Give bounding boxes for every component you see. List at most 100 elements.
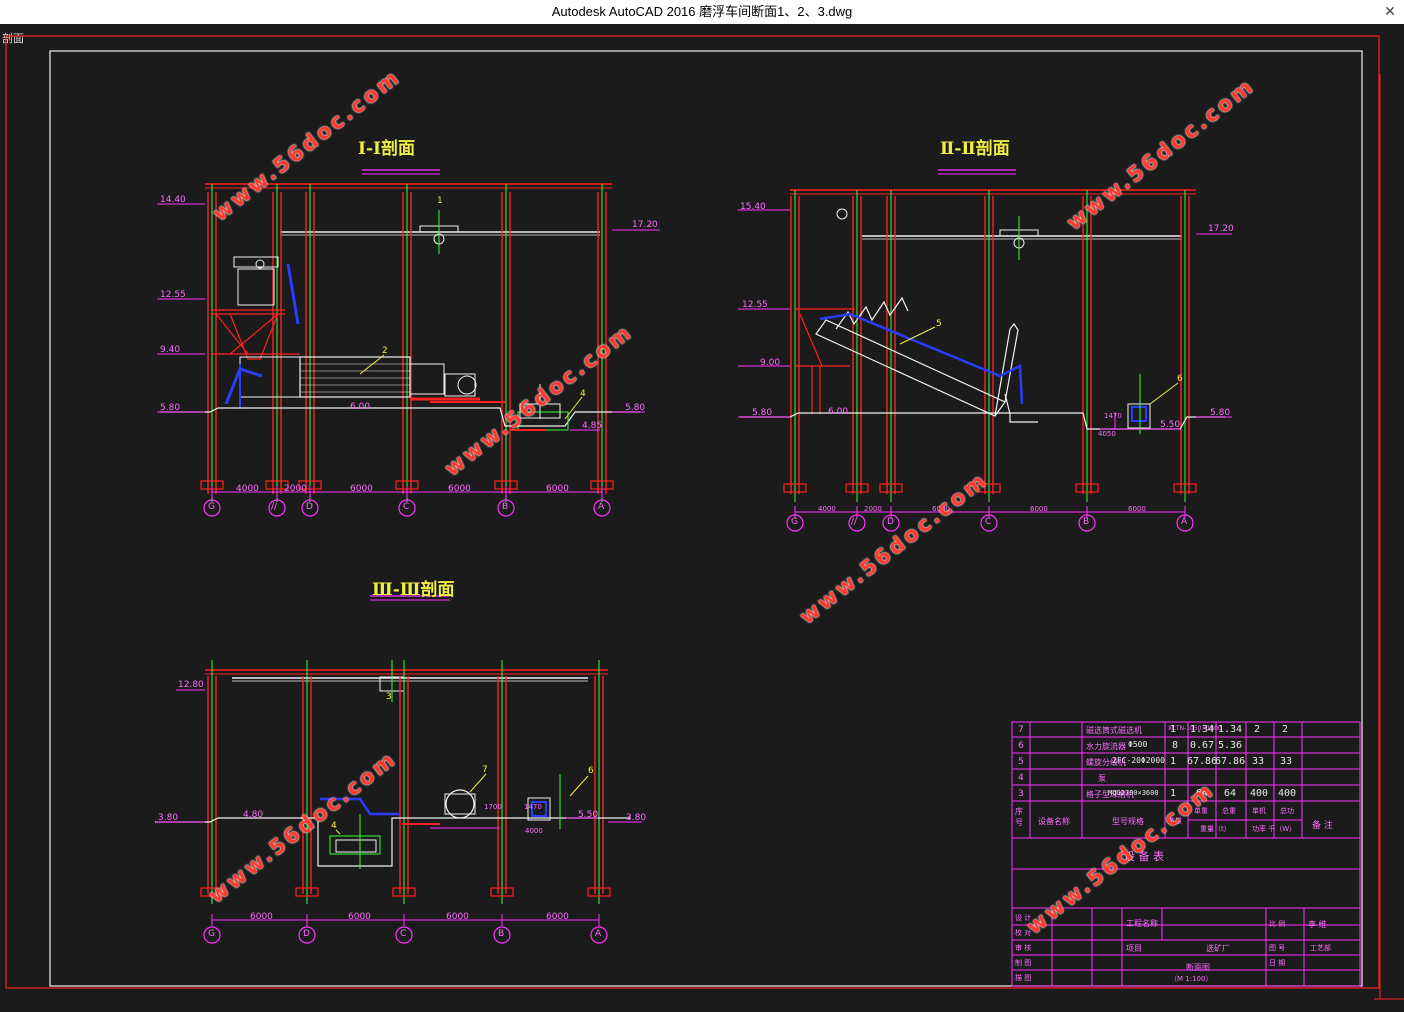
elev-label: 5.80 <box>625 403 646 413</box>
axis-bubble-label: B <box>1083 517 1090 527</box>
dim-label: 6000 <box>348 912 371 922</box>
row-spec: MQG2700×3600 <box>1108 789 1159 797</box>
axis-bubble-label: A <box>598 502 605 512</box>
row-spec: 2FC-20Φ2000 <box>1112 756 1165 765</box>
row-spec: Φ500 <box>1128 740 1148 749</box>
inner-dim: 6.00 <box>350 402 371 412</box>
project-label: 项目 <box>1126 944 1142 953</box>
window-title: Autodesk AutoCAD 2016 磨浮车间断面1、2、3.dwg <box>551 4 853 19</box>
dim-label: 4000 <box>236 484 259 494</box>
axis-bubble-label: // <box>271 502 278 512</box>
drawing-svg[interactable]: 剖面 <box>0 24 1404 1012</box>
row-power-single: 400 <box>1250 788 1269 799</box>
axis-bubble-label: G <box>208 502 215 512</box>
row-qty: 1 <box>1170 788 1177 799</box>
axis-bubble-label: G <box>208 929 215 939</box>
title-block-label: 描 图 <box>1015 974 1032 982</box>
row-name: 水力旋流器 <box>1086 742 1126 751</box>
header-weight-group: 重量（t） <box>1200 825 1231 833</box>
inner-dim: 4000 <box>525 827 543 835</box>
row-no: 6 <box>1018 741 1024 751</box>
header-power-group: 功率 千（W） <box>1252 825 1297 833</box>
corner-tag: 剖面 <box>2 31 24 45</box>
item-label: 3 <box>386 692 392 702</box>
classifier-shape <box>815 296 1038 423</box>
title-block-label: 制 图 <box>1015 959 1032 967</box>
title-block-r-label: 比 例 <box>1269 920 1286 928</box>
axis-bubble-label: A <box>1181 517 1188 527</box>
section-3-title: Ⅲ-Ⅲ剖面 <box>372 580 455 600</box>
elev-label: 14.40 <box>160 195 186 205</box>
axis-bubble-label: G <box>791 517 798 527</box>
axis-bubble-label: A <box>595 929 602 939</box>
elev-label: 17.20 <box>1208 224 1234 234</box>
header-weight-total: 总重 <box>1222 807 1236 815</box>
elev-label: 5.80 <box>160 403 181 413</box>
header-power-total: 总功 <box>1280 807 1294 815</box>
title-block-label: 审 核 <box>1015 944 1032 952</box>
item-label: 1 <box>437 196 443 206</box>
inner-dim: 4.80 <box>243 810 264 820</box>
elev-label: 5.80 <box>752 408 773 418</box>
inner-dim: 1470 <box>1104 412 1122 420</box>
elev-label: 9.00 <box>760 358 781 368</box>
elev-label: 12.55 <box>742 300 768 310</box>
title-block-r-value: 李 维 <box>1308 920 1327 929</box>
project-value: 选矿厂 <box>1206 944 1230 953</box>
dim-label: 6000 <box>1128 505 1146 513</box>
header-name: 设备名称 <box>1038 817 1070 826</box>
ball-mill-shape <box>299 356 411 398</box>
dim-label: 6000 <box>448 484 471 494</box>
dim-label: 6000 <box>546 484 569 494</box>
inner-dim: 6.00 <box>828 407 849 417</box>
axis-bubble-label: D <box>887 517 894 527</box>
item-label: 4 <box>580 389 586 399</box>
axis-bubble-label: // <box>851 517 858 527</box>
equipment-table-frame <box>1011 721 1361 987</box>
row-weight-total: 1.34 <box>1218 724 1243 735</box>
dim-label: 4000 <box>818 505 836 513</box>
window-titlebar: Autodesk AutoCAD 2016 磨浮车间断面1、2、3.dwg ✕ <box>0 0 1404 24</box>
item-label: 6 <box>588 766 594 776</box>
row-weight-single: 1.34 <box>1190 724 1215 735</box>
close-icon[interactable]: ✕ <box>1382 2 1398 20</box>
row-no: 7 <box>1018 725 1024 735</box>
row-weight-single: 67.86 <box>1187 756 1218 767</box>
title-block-r-value: 工艺部 <box>1310 944 1331 952</box>
row-power-total: 400 <box>1278 788 1297 799</box>
axis-bubble-label: C <box>400 929 407 939</box>
row-power-total: 2 <box>1282 724 1289 735</box>
elev-label: 4.85 <box>582 421 603 431</box>
item-label: 4 <box>331 821 337 831</box>
dim-label: 2000 <box>284 484 307 494</box>
inner-dim: 1470 <box>524 803 542 811</box>
row-qty: 1 <box>1170 724 1177 735</box>
axis-bubble-label: D <box>306 502 313 512</box>
item-label: 7 <box>482 765 488 775</box>
dim-label: 6000 <box>350 484 373 494</box>
row-weight-single: 0.67 <box>1190 740 1215 751</box>
row-power-single: 2 <box>1254 724 1261 735</box>
dim-label: 6000 <box>1030 505 1048 513</box>
elev-label: 15.40 <box>740 202 766 212</box>
inner-dim: 1700 <box>484 803 502 811</box>
dim-label: 6000 <box>546 912 569 922</box>
header-no: 序号 <box>1015 807 1023 827</box>
row-qty: 8 <box>1172 740 1179 751</box>
project-name-label: 工程名称 <box>1126 919 1158 928</box>
elev-label: 3.80 <box>158 813 179 823</box>
elev-label: 5.80 <box>1210 408 1231 418</box>
row-qty: 1 <box>1170 756 1177 767</box>
item-label: 2 <box>382 346 388 356</box>
row-weight-total: 5.36 <box>1218 740 1243 751</box>
row-weight-total: 64 <box>1224 788 1237 799</box>
title-block-r-label: 日 期 <box>1269 959 1286 967</box>
cad-drawing-canvas[interactable]: 剖面 Ⅰ-Ⅰ剖面 Ⅱ-Ⅱ剖面 Ⅲ-Ⅲ剖面 14.40 12.55 9.40 5.… <box>0 24 1404 1012</box>
row-no: 4 <box>1018 773 1024 783</box>
row-no: 3 <box>1018 789 1024 799</box>
axis-bubble-label: D <box>303 929 310 939</box>
dim-label: 6000 <box>250 912 273 922</box>
row-name: 泵 <box>1098 774 1106 783</box>
item-label: 5 <box>936 319 942 329</box>
drawing-scale: （M 1:100） <box>1170 975 1213 983</box>
